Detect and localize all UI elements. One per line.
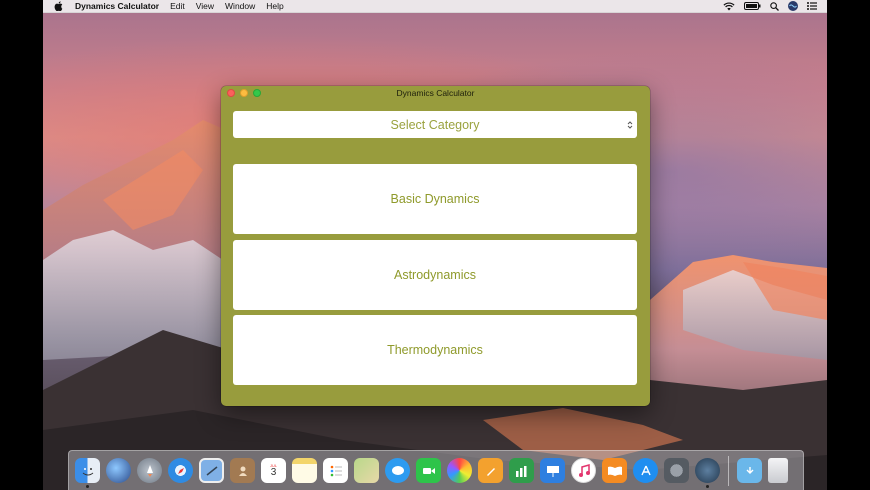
- zoom-window-button[interactable]: [253, 89, 261, 97]
- app-menu[interactable]: Dynamics Calculator: [75, 1, 159, 11]
- traffic-lights: [227, 89, 261, 97]
- running-indicator: [86, 485, 89, 488]
- reminders-icon[interactable]: [323, 458, 348, 483]
- ibooks-icon[interactable]: [602, 458, 627, 483]
- notes-icon[interactable]: [292, 458, 317, 483]
- itunes-icon[interactable]: [571, 458, 596, 483]
- running-indicator: [706, 485, 709, 488]
- select-stepper-icon: [627, 119, 633, 133]
- mail-icon[interactable]: [199, 458, 224, 483]
- edit-menu[interactable]: Edit: [170, 1, 185, 11]
- messages-icon[interactable]: [385, 458, 410, 483]
- facetime-icon[interactable]: [416, 458, 441, 483]
- menu-bar: Dynamics Calculator Edit View Window Hel…: [43, 0, 827, 13]
- dock-separator: [728, 455, 729, 486]
- help-menu[interactable]: Help: [266, 1, 283, 11]
- calendar-day: 3: [270, 467, 277, 478]
- battery-icon[interactable]: [744, 2, 761, 10]
- window-title: Dynamics Calculator: [396, 88, 475, 98]
- window-titlebar[interactable]: Dynamics Calculator: [221, 86, 650, 100]
- siri-icon[interactable]: [788, 1, 798, 11]
- siri-dock-icon[interactable]: [106, 458, 131, 483]
- dynamics-calculator-window: Dynamics Calculator Select Category Basi…: [221, 86, 650, 406]
- launchpad-icon[interactable]: [137, 458, 162, 483]
- contacts-icon[interactable]: [230, 458, 255, 483]
- wifi-icon[interactable]: [723, 1, 735, 11]
- calendar-icon[interactable]: JUL 3: [261, 458, 286, 483]
- notification-center-icon[interactable]: [807, 2, 817, 10]
- keynote-icon[interactable]: [540, 458, 565, 483]
- minimize-window-button[interactable]: [240, 89, 248, 97]
- status-area: [723, 1, 817, 11]
- basic-dynamics-button[interactable]: Basic Dynamics: [233, 164, 637, 234]
- thermodynamics-button[interactable]: Thermodynamics: [233, 315, 637, 385]
- category-select[interactable]: Select Category: [233, 111, 637, 138]
- downloads-folder-icon[interactable]: [737, 458, 762, 483]
- dock: JUL 3: [68, 450, 804, 490]
- maps-icon[interactable]: [354, 458, 379, 483]
- category-select-label: Select Category: [390, 117, 480, 132]
- safari-icon[interactable]: [168, 458, 193, 483]
- dynamics-calculator-dock-icon[interactable]: [695, 458, 720, 488]
- system-preferences-icon[interactable]: [664, 458, 689, 483]
- spotlight-icon[interactable]: [770, 1, 779, 11]
- apple-menu-icon[interactable]: [54, 1, 63, 11]
- finder-icon[interactable]: [75, 458, 100, 488]
- basic-dynamics-label: Basic Dynamics: [390, 192, 480, 206]
- thermodynamics-label: Thermodynamics: [387, 343, 483, 357]
- app-store-icon[interactable]: [633, 458, 658, 483]
- astrodynamics-label: Astrodynamics: [394, 268, 476, 282]
- numbers-icon[interactable]: [509, 458, 534, 483]
- window-menu[interactable]: Window: [225, 1, 255, 11]
- close-window-button[interactable]: [227, 89, 235, 97]
- astrodynamics-button[interactable]: Astrodynamics: [233, 240, 637, 310]
- pages-icon[interactable]: [478, 458, 503, 483]
- trash-icon[interactable]: [768, 458, 788, 483]
- view-menu[interactable]: View: [196, 1, 214, 11]
- photos-icon[interactable]: [447, 458, 472, 483]
